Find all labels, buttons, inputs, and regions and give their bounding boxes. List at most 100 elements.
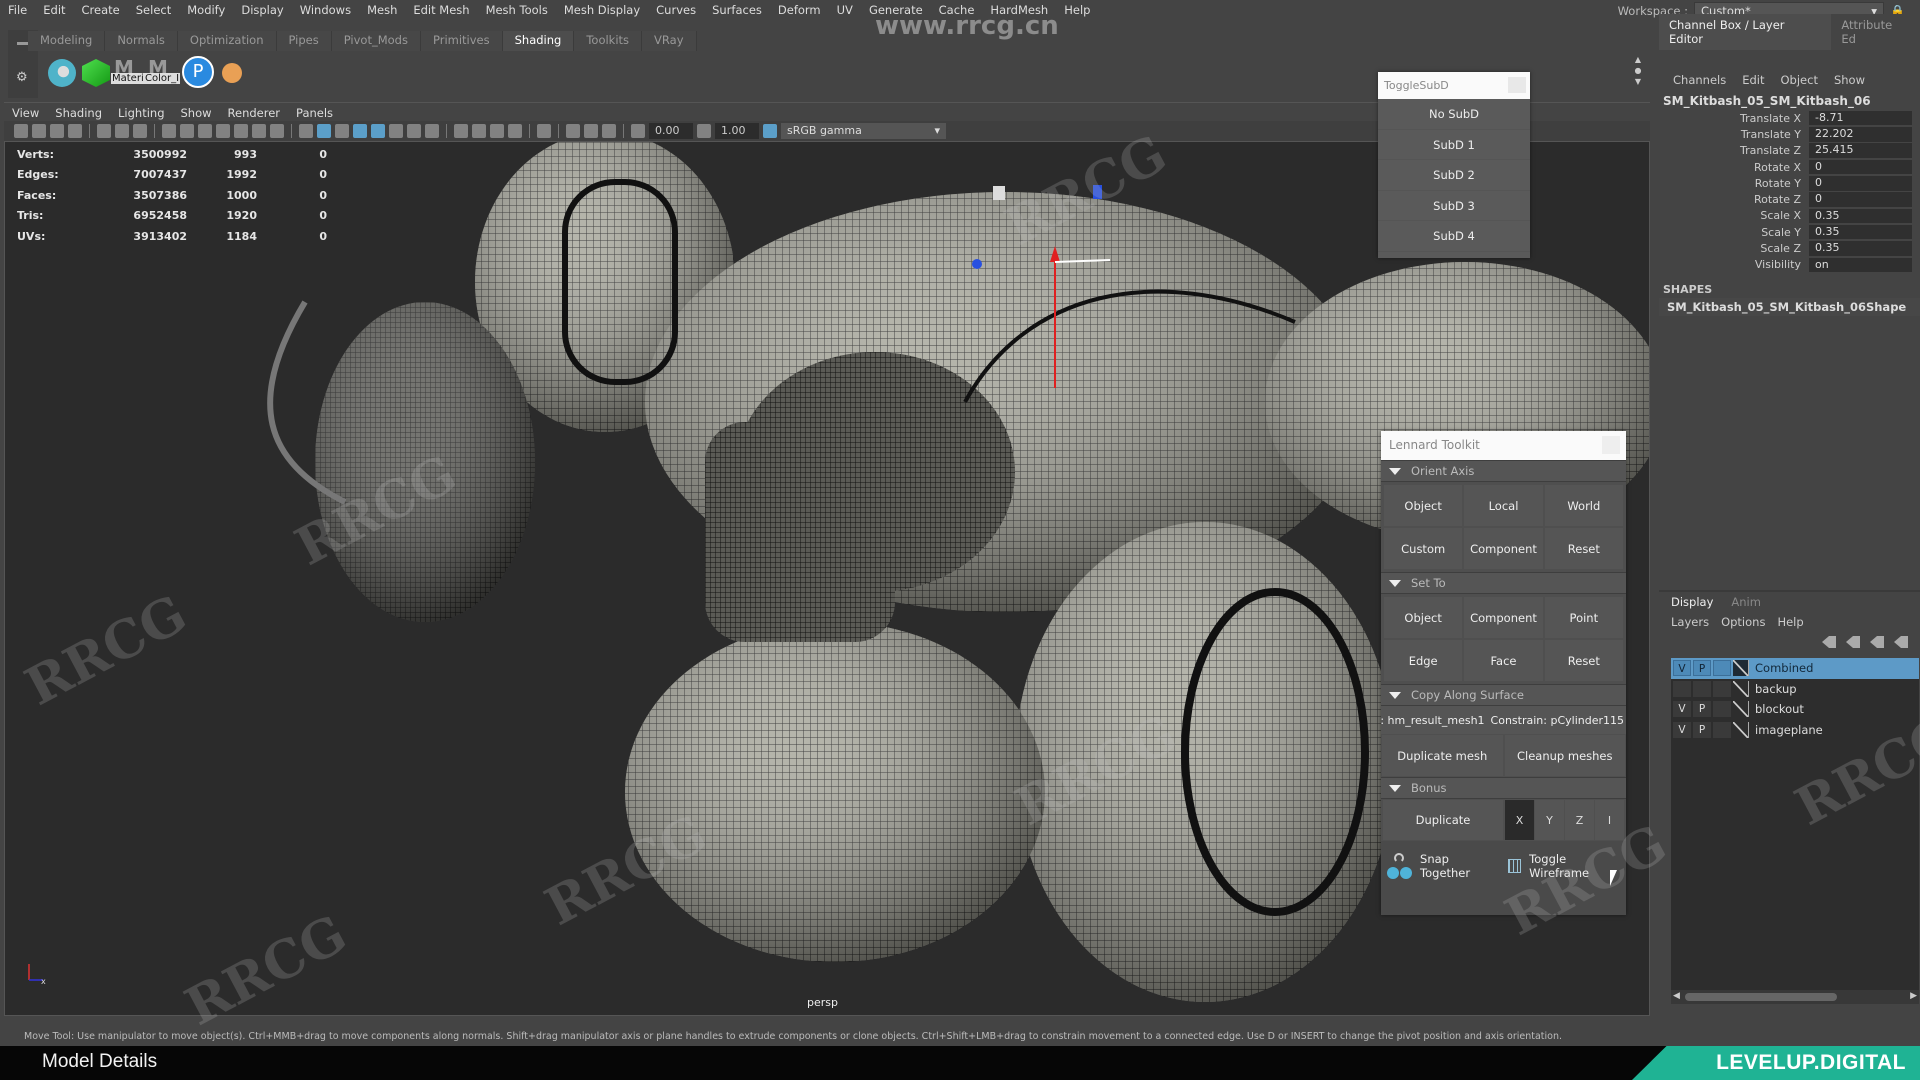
section-copy-along-surface[interactable]: Copy Along Surface bbox=[1381, 684, 1626, 706]
menu-modify[interactable]: Modify bbox=[179, 3, 233, 17]
safe-action-icon[interactable] bbox=[252, 124, 266, 138]
toolkit-title-bar[interactable]: Lennard Toolkit bbox=[1381, 431, 1626, 460]
playback-toggle[interactable]: P bbox=[1693, 721, 1711, 738]
safe-title-icon[interactable] bbox=[270, 124, 284, 138]
snap-together-button[interactable]: Snap Together bbox=[1420, 852, 1500, 880]
scroll-right-icon[interactable]: ▶ bbox=[1910, 991, 1917, 1001]
display-type-toggle[interactable] bbox=[1713, 680, 1731, 697]
gamma-field[interactable]: 1.00 bbox=[715, 123, 759, 139]
menu-file[interactable]: File bbox=[0, 3, 35, 17]
grid-icon[interactable] bbox=[162, 124, 176, 138]
playback-toggle[interactable]: P bbox=[1693, 701, 1711, 718]
layer-row-combined[interactable]: V P Combined bbox=[1671, 658, 1919, 679]
channel-label[interactable]: Rotate X bbox=[1659, 161, 1809, 174]
gear-icon[interactable]: ⚙ bbox=[16, 70, 28, 85]
exposure-field[interactable]: 0.00 bbox=[649, 123, 693, 139]
viewport-menu-shading[interactable]: Shading bbox=[47, 106, 110, 120]
move-layer-up-icon[interactable] bbox=[1822, 636, 1836, 648]
layer-color-swatch[interactable] bbox=[1733, 660, 1749, 677]
layer-color-swatch[interactable] bbox=[1733, 680, 1749, 697]
channel-label[interactable]: Scale Y bbox=[1659, 226, 1809, 239]
channel-value-field[interactable]: on bbox=[1809, 257, 1912, 273]
menu-deform[interactable]: Deform bbox=[770, 3, 829, 17]
wireframe-on-shaded-icon[interactable] bbox=[353, 124, 367, 138]
display-type-toggle[interactable] bbox=[1713, 660, 1731, 677]
layer-list-horizontal-scrollbar[interactable]: ◀ ▶ bbox=[1671, 990, 1919, 1004]
menu-mesh-display[interactable]: Mesh Display bbox=[556, 3, 648, 17]
viewport-menu-panels[interactable]: Panels bbox=[288, 106, 341, 120]
layer-row-blockout[interactable]: V Pblockout bbox=[1671, 699, 1919, 720]
xray-active-components-icon[interactable] bbox=[584, 124, 598, 138]
menu-edit-mesh[interactable]: Edit Mesh bbox=[405, 3, 477, 17]
playback-toggle[interactable] bbox=[1693, 680, 1711, 697]
layer-name[interactable]: backup bbox=[1751, 682, 1797, 696]
orient-component-button[interactable]: Component bbox=[1464, 528, 1543, 569]
textured-icon[interactable] bbox=[371, 124, 385, 138]
section-bonus[interactable]: Bonus bbox=[1381, 777, 1626, 799]
layer-name[interactable]: Combined bbox=[1751, 661, 1813, 675]
duplicate-button[interactable]: Duplicate bbox=[1383, 800, 1503, 840]
duplicate-axis-i-button[interactable]: I bbox=[1595, 800, 1624, 840]
motion-blur-icon[interactable] bbox=[472, 124, 486, 138]
channel-menu-object[interactable]: Object bbox=[1773, 73, 1826, 87]
menu-windows[interactable]: Windows bbox=[292, 3, 359, 17]
close-button[interactable] bbox=[1602, 436, 1620, 454]
layer-name[interactable]: blockout bbox=[1751, 702, 1804, 716]
layer-menu-layers[interactable]: Layers bbox=[1665, 615, 1715, 629]
menu-surfaces[interactable]: Surfaces bbox=[704, 3, 770, 17]
channel-value-field[interactable]: 0 bbox=[1809, 192, 1912, 207]
grease-pencil-icon[interactable] bbox=[133, 124, 147, 138]
shelf-tab-shading[interactable]: Shading bbox=[502, 31, 575, 51]
close-button[interactable] bbox=[1508, 77, 1526, 93]
orange-sphere-icon[interactable] bbox=[222, 63, 242, 83]
layer-row-imageplane[interactable]: V Pimageplane bbox=[1671, 720, 1919, 741]
shelf-tab-primitives[interactable]: Primitives bbox=[420, 31, 503, 51]
orient-reset-button[interactable]: Reset bbox=[1544, 528, 1623, 569]
xray-joints-icon[interactable] bbox=[566, 124, 580, 138]
camera-attributes-icon[interactable] bbox=[32, 124, 46, 138]
p-plugin-icon[interactable]: P bbox=[182, 56, 214, 88]
shelf-tab-pipes[interactable]: Pipes bbox=[276, 31, 332, 51]
menu-curves[interactable]: Curves bbox=[648, 3, 704, 17]
backface-culling-icon[interactable] bbox=[602, 124, 616, 138]
use-all-lights-icon[interactable] bbox=[407, 124, 421, 138]
channel-value-field[interactable]: 22.202 bbox=[1809, 127, 1912, 142]
channel-label[interactable]: Scale Z bbox=[1659, 242, 1809, 255]
duplicate-axis-x-button[interactable]: X bbox=[1505, 800, 1534, 840]
color-space-dropdown[interactable]: sRGB gamma ▾ bbox=[781, 123, 946, 139]
constrain-mesh-label[interactable]: Constrain: pCylinder115 bbox=[1491, 714, 1624, 727]
orient-local-button[interactable]: Local bbox=[1464, 485, 1543, 526]
orient-object-button[interactable]: Object bbox=[1384, 485, 1463, 526]
selected-object-name[interactable]: SM_Kitbash_05_SM_Kitbash_06 bbox=[1659, 92, 1920, 110]
subd-button-subd-3[interactable]: SubD 3 bbox=[1378, 191, 1530, 221]
channel-value-field[interactable]: 0 bbox=[1809, 159, 1912, 175]
shelf-tab-vray[interactable]: VRay bbox=[642, 31, 697, 51]
channel-value-field[interactable]: 0 bbox=[1809, 176, 1912, 191]
menu-help[interactable]: Help bbox=[1056, 3, 1098, 17]
image-plane-icon[interactable] bbox=[97, 124, 111, 138]
duplicate-axis-y-button[interactable]: Y bbox=[1535, 800, 1564, 840]
shelf-tab-optimization[interactable]: Optimization bbox=[177, 31, 277, 51]
channel-label[interactable]: Visibility bbox=[1659, 258, 1809, 271]
toggle-wireframe-icon[interactable] bbox=[1507, 859, 1522, 873]
wireframe-icon[interactable] bbox=[299, 124, 313, 138]
orient-custom-button[interactable]: Custom bbox=[1384, 528, 1463, 569]
visibility-toggle[interactable]: V bbox=[1673, 721, 1691, 738]
layer-menu-help[interactable]: Help bbox=[1771, 615, 1809, 629]
set-to-face-button[interactable]: Face bbox=[1464, 640, 1543, 681]
channel-label[interactable]: Rotate Y bbox=[1659, 177, 1809, 190]
tab-channel-box-layer-editor[interactable]: Channel Box / Layer Editor bbox=[1659, 14, 1832, 50]
menu-uv[interactable]: UV bbox=[829, 3, 861, 17]
visibility-toggle[interactable]: V bbox=[1673, 660, 1691, 677]
set-to-point-button[interactable]: Point bbox=[1544, 597, 1623, 638]
scroll-left-icon[interactable]: ◀ bbox=[1673, 991, 1680, 1001]
layer-menu-options[interactable]: Options bbox=[1715, 615, 1771, 629]
field-chart-icon[interactable] bbox=[234, 124, 248, 138]
gate-mask-icon[interactable] bbox=[216, 124, 230, 138]
display-type-toggle[interactable] bbox=[1713, 701, 1731, 718]
shelf-tab-pivot-mods[interactable]: Pivot_Mods bbox=[331, 31, 421, 51]
copy-duplicate-mesh-button[interactable]: Duplicate mesh bbox=[1382, 735, 1503, 776]
channel-label[interactable]: Translate Y bbox=[1659, 128, 1809, 141]
channel-label[interactable]: Translate X bbox=[1659, 112, 1809, 125]
shape-node-name[interactable]: SM_Kitbash_05_SM_Kitbash_06Shape bbox=[1659, 297, 1920, 316]
